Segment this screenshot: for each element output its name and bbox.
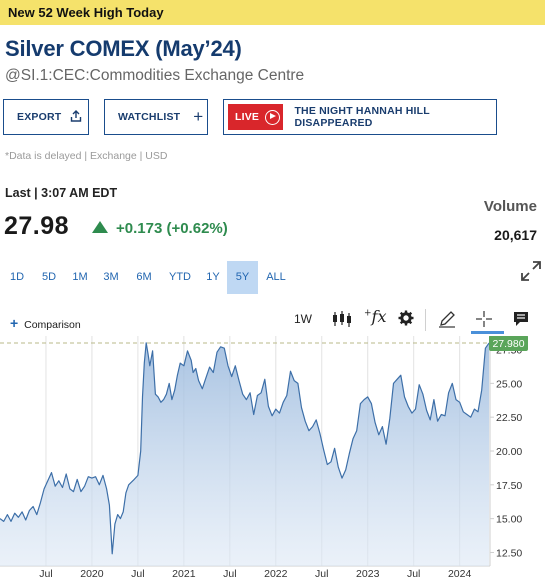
comparison-button[interactable]: + Comparison	[10, 315, 81, 331]
crosshair-icon[interactable]	[475, 310, 493, 328]
live-badge-label: LIVE	[235, 111, 260, 123]
new-high-banner: New 52 Week High Today	[0, 0, 545, 25]
x-tick-label: Jul	[223, 568, 236, 580]
x-tick-label: 2023	[356, 568, 380, 580]
range-6m[interactable]: 6M	[130, 261, 158, 294]
x-tick-label: Jul	[407, 568, 420, 580]
y-tick-label: 20.00	[496, 446, 522, 458]
function-icon[interactable]: +fx	[364, 307, 387, 326]
range-1m[interactable]: 1M	[66, 261, 94, 294]
gear-icon[interactable]	[398, 310, 414, 328]
message-icon[interactable]	[512, 310, 530, 328]
y-tick-label: 25.00	[496, 378, 522, 390]
crosshair-active-indicator	[471, 331, 504, 334]
export-button[interactable]: EXPORT	[3, 99, 89, 135]
x-tick-label: 2022	[264, 568, 288, 580]
plus-icon: +	[10, 315, 19, 331]
page-title: Silver COMEX (May’24)	[5, 36, 242, 61]
range-5d[interactable]: 5D	[35, 261, 63, 294]
x-tick-label: 2024	[448, 568, 472, 580]
x-tick-label: Jul	[39, 568, 52, 580]
y-tick-label: 17.50	[496, 480, 522, 492]
volume-label: Volume	[483, 198, 537, 215]
range-5y[interactable]: 5Y	[227, 261, 258, 294]
watchlist-label: WATCHLIST	[118, 111, 181, 123]
export-label: EXPORT	[17, 111, 62, 123]
pencil-icon[interactable]	[438, 310, 456, 328]
expand-icon[interactable]	[519, 259, 543, 283]
share-icon	[70, 109, 82, 125]
plus-icon: +	[193, 107, 204, 126]
live-video-button[interactable]: LIVE THE NIGHT HANNAH HILL DISAPPEARED	[223, 99, 497, 135]
last-price-tag-label: 27.980	[492, 338, 524, 350]
range-3m[interactable]: 3M	[97, 261, 125, 294]
volume-value: 20,617	[494, 227, 537, 243]
range-all[interactable]: ALL	[262, 261, 290, 294]
last-time-label: Last | 3:07 AM EDT	[5, 186, 118, 200]
price-chart-svg: Jul 2020 Jul 2021 Jul 2022 Jul 2023 Jul 2024 12.50…	[0, 336, 528, 580]
watchlist-button[interactable]: WATCHLIST +	[104, 99, 208, 135]
symbol-subtitle: @SI.1:CEC:Commodities Exchange Centre	[5, 67, 305, 84]
play-icon	[265, 109, 281, 125]
price-area	[0, 342, 490, 566]
y-tick-label: 12.50	[496, 547, 522, 559]
last-price: 27.98	[4, 212, 70, 240]
comparison-label: Comparison	[24, 319, 81, 331]
y-tick-label: 22.50	[496, 412, 522, 424]
x-tick-label: 2020	[80, 568, 104, 580]
x-tick-label: Jul	[131, 568, 144, 580]
x-tick-label: 2021	[172, 568, 196, 580]
toolbar-divider	[425, 309, 426, 331]
live-badge: LIVE	[228, 104, 284, 130]
live-video-title: THE NIGHT HANNAH HILL DISAPPEARED	[294, 105, 430, 129]
data-delay-note: *Data is delayed | Exchange | USD	[5, 150, 168, 162]
price-chart[interactable]: Jul 2020 Jul 2021 Jul 2022 Jul 2023 Jul 2024 12.50…	[0, 336, 545, 584]
range-ytd[interactable]: YTD	[163, 261, 197, 294]
y-tick-label: 15.00	[496, 514, 522, 526]
x-tick-label: Jul	[315, 568, 328, 580]
interval-selector[interactable]: 1W	[294, 312, 312, 330]
up-arrow-icon	[92, 221, 108, 233]
price-change: +0.173 (+0.62%)	[116, 220, 228, 237]
range-1d[interactable]: 1D	[4, 261, 30, 294]
range-1y[interactable]: 1Y	[200, 261, 226, 294]
candlestick-icon[interactable]	[332, 310, 352, 328]
banner-text: New 52 Week High Today	[8, 5, 164, 20]
